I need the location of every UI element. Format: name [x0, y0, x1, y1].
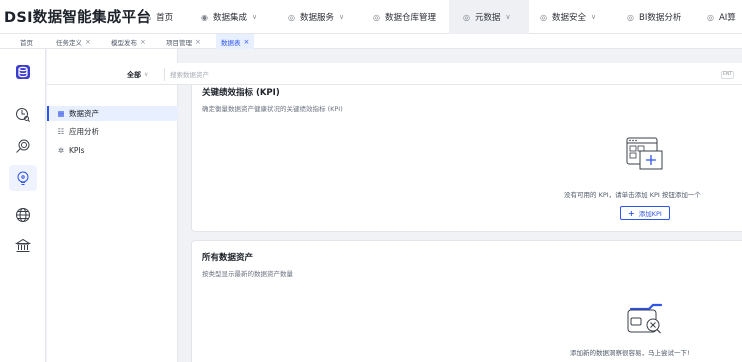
- tab-project-management[interactable]: 项目管理 ×: [166, 34, 201, 49]
- tab-label: 模型发布: [111, 38, 137, 47]
- warehouse-icon: ◎: [373, 12, 380, 22]
- app-logo-icon[interactable]: [9, 59, 37, 85]
- nav-label: 数据集成: [212, 13, 247, 23]
- tab-label: 数据表: [221, 38, 241, 47]
- lightbulb-icon[interactable]: [9, 165, 37, 191]
- ai-icon: ◎: [707, 12, 714, 22]
- tab-bar: 首页 任务定义 × 模型发布 × 项目管理 × 数据表 ×: [0, 34, 742, 49]
- tab-task-definition[interactable]: 任务定义 ×: [56, 34, 91, 49]
- nav-item-service[interactable]: ◎ 数据服务 ∨: [288, 0, 344, 34]
- search-shortcut-badge: ENT: [721, 71, 734, 79]
- nav-item-integration[interactable]: ◉ 数据集成 ∨: [201, 0, 257, 34]
- nav-label: BI数据分析: [638, 13, 682, 23]
- kpi-card-subtitle: 确定衡量数据资产健康状况的关键绩效指标 (KPI): [202, 105, 343, 113]
- tab-label: 首页: [20, 38, 33, 47]
- app-root: DSI数据智能集成平台 ⌂ 首页 ◉ 数据集成 ∨ ◎ 数据服务 ∨ ◎ 数据仓…: [0, 0, 742, 362]
- menu-item-app-analysis[interactable]: ☷ 应用分析: [47, 124, 178, 139]
- filter-bar: 全部 ∨ ENT: [47, 63, 742, 85]
- menu-item-label: 数据资产: [69, 109, 99, 118]
- close-icon[interactable]: ×: [195, 38, 201, 46]
- nav-item-ai[interactable]: ◎ AI算: [707, 0, 736, 34]
- nav-item-bi[interactable]: ◎ BI数据分析: [627, 0, 681, 34]
- service-icon: ◎: [288, 12, 295, 22]
- close-icon[interactable]: ×: [244, 38, 250, 46]
- secondary-menu: ▦ 数据资产 ☷ 应用分析 ✲ KPIs: [47, 49, 178, 362]
- close-icon[interactable]: ×: [140, 38, 146, 46]
- nav-label: 数据仓库管理: [384, 13, 436, 23]
- home-icon: ⌂: [146, 12, 152, 22]
- integration-icon: ◉: [201, 12, 208, 22]
- close-icon[interactable]: ×: [85, 38, 91, 46]
- tab-model-publish[interactable]: 模型发布 ×: [111, 34, 146, 49]
- bi-icon: ◎: [627, 12, 634, 22]
- nav-label: 首页: [156, 13, 174, 23]
- top-navigation: DSI数据智能集成平台 ⌂ 首页 ◉ 数据集成 ∨ ◎ 数据服务 ∨ ◎ 数据仓…: [0, 0, 742, 34]
- nav-label: 数据服务: [299, 13, 334, 23]
- metadata-icon: ◎: [463, 12, 470, 22]
- data-assets-empty-text: 添加新的数据洞察很容易，马上尝试一下!: [570, 349, 690, 357]
- security-icon: ◎: [540, 12, 547, 22]
- chevron-down-icon: ∨: [339, 13, 345, 21]
- kpi-empty-text: 没有可用的 KPI，请单击添加 KPI 按钮添加一个: [564, 191, 701, 199]
- menu-item-data-assets[interactable]: ▦ 数据资产: [47, 106, 178, 121]
- nav-label: AI算: [718, 13, 736, 23]
- menu-item-label: KPIs: [69, 146, 85, 155]
- nav-item-security[interactable]: ◎ 数据安全 ∨: [540, 0, 596, 34]
- analysis-icon: ☷: [57, 127, 65, 136]
- app-title: DSI数据智能集成平台: [4, 10, 152, 26]
- nav-item-home[interactable]: ⌂ 首页: [146, 0, 173, 34]
- empty-kpi-illustration-icon: [626, 137, 663, 170]
- kpi-icon: ✲: [57, 146, 65, 155]
- asset-icon: ▦: [57, 109, 65, 118]
- tab-label: 任务定义: [56, 38, 82, 47]
- empty-wallet-illustration-icon: [627, 303, 663, 334]
- kpi-card: 关键绩效指标 (KPI) 确定衡量数据资产健康状况的关键绩效指标 (KPI) 没…: [191, 80, 742, 232]
- tab-data-table[interactable]: 数据表 ×: [216, 34, 255, 49]
- scope-select-value: 全部: [127, 70, 141, 79]
- nav-label: 元数据: [474, 13, 501, 23]
- menu-item-kpis[interactable]: ✲ KPIs: [47, 143, 178, 158]
- plus-icon: +: [628, 208, 635, 218]
- data-assets-card: 所有数据资产 按类型显示最新的数据资产数量 添加新的数据洞察很容易，马上尝试一下…: [191, 240, 742, 362]
- tab-label: 项目管理: [166, 38, 192, 47]
- data-assets-card-title: 所有数据资产: [202, 253, 254, 263]
- tab-home[interactable]: 首页: [20, 34, 33, 49]
- chevron-down-icon: ∨: [591, 13, 597, 21]
- chevron-down-icon: ∨: [252, 13, 258, 21]
- menu-item-label: 应用分析: [69, 127, 99, 136]
- add-kpi-button[interactable]: + 添加KPI: [620, 206, 670, 220]
- nav-item-warehouse[interactable]: ◎ 数据仓库管理: [373, 0, 436, 34]
- data-assets-card-subtitle: 按类型显示最新的数据资产数量: [202, 270, 293, 278]
- bank-icon[interactable]: [9, 233, 37, 259]
- nav-item-metadata[interactable]: ◎ 元数据 ∨: [449, 0, 529, 34]
- globe-icon[interactable]: [9, 202, 37, 228]
- kpi-card-title: 关键绩效指标 (KPI): [202, 88, 280, 98]
- magnifier-icon[interactable]: [9, 133, 37, 159]
- add-kpi-label: 添加KPI: [638, 210, 662, 218]
- chevron-down-icon: ∨: [144, 71, 149, 78]
- search-input[interactable]: [164, 68, 738, 81]
- database-search-icon[interactable]: [9, 102, 37, 128]
- nav-label: 数据安全: [551, 13, 586, 23]
- scope-select[interactable]: 全部 ∨: [127, 68, 148, 81]
- icon-rail: [0, 49, 46, 362]
- chevron-down-icon: ∨: [505, 13, 511, 21]
